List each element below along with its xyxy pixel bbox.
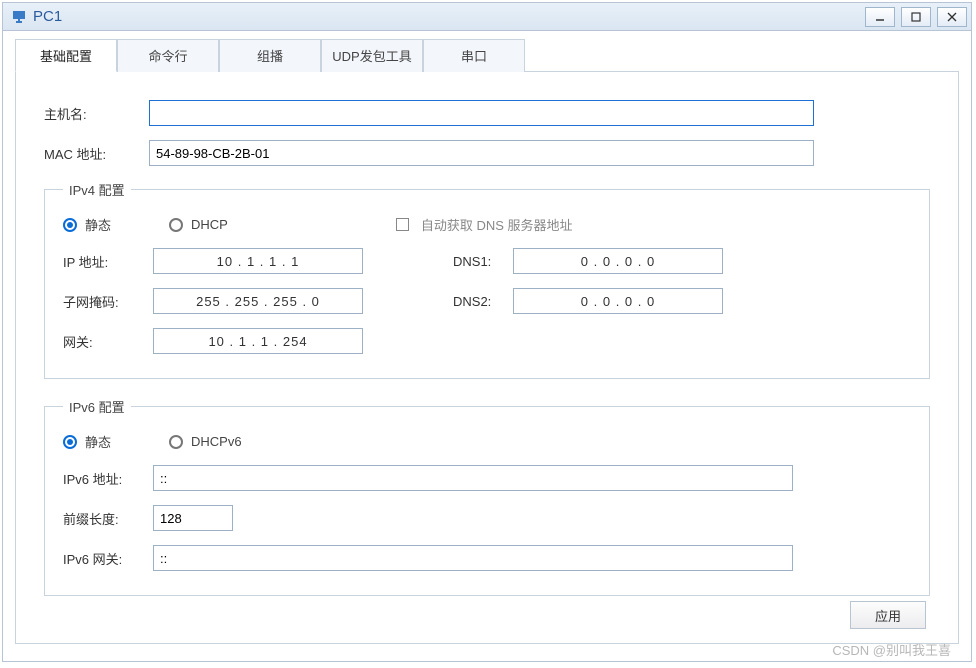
tab-multicast[interactable]: 组播 (219, 39, 321, 72)
mac-row: MAC 地址: (44, 140, 930, 166)
mac-input[interactable] (149, 140, 814, 166)
ipv6-static-radio[interactable] (63, 435, 77, 449)
tab-basic-config[interactable]: 基础配置 (15, 39, 117, 72)
minimize-button[interactable] (865, 7, 895, 27)
ipv6-legend: IPv6 配置 (63, 397, 131, 416)
close-button[interactable] (937, 7, 967, 27)
dns2-label: DNS2: (453, 294, 513, 309)
tab-strip: 基础配置 命令行 组播 UDP发包工具 串口 (15, 39, 959, 72)
ipv4-grid: IP 地址:10 . 1 . 1 . 1 子网掩码:255 . 255 . 25… (63, 248, 911, 368)
window-controls (865, 7, 967, 27)
ipv6-dhcp-label: DHCPv6 (191, 434, 242, 449)
ip-label: IP 地址: (63, 252, 153, 271)
hostname-row: 主机名: (44, 100, 930, 126)
ipv6-gw-input[interactable] (153, 545, 793, 571)
apply-button[interactable]: 应用 (850, 601, 926, 629)
dns2-input[interactable]: 0 . 0 . 0 . 0 (513, 288, 723, 314)
hostname-label: 主机名: (44, 104, 149, 123)
ipv6-prefix-input[interactable] (153, 505, 233, 531)
ipv4-right-col: DNS1:0 . 0 . 0 . 0 DNS2:0 . 0 . 0 . 0 (453, 248, 723, 368)
ipv6-static-label: 静态 (85, 432, 111, 451)
auto-dns-checkbox[interactable] (396, 218, 409, 231)
ipv6-addr-label: IPv6 地址: (63, 469, 153, 488)
window-title: PC1 (33, 8, 865, 25)
maximize-button[interactable] (901, 7, 931, 27)
content-area: 基础配置 命令行 组播 UDP发包工具 串口 主机名: MAC 地址: IPv4… (3, 31, 971, 661)
ipv6-gw-label: IPv6 网关: (63, 549, 153, 568)
hostname-input[interactable] (149, 100, 814, 126)
dns1-label: DNS1: (453, 254, 513, 269)
config-panel: 主机名: MAC 地址: IPv4 配置 静态 DHCP 自动获取 DNS 服务… (15, 72, 959, 644)
ipv4-mode-row: 静态 DHCP 自动获取 DNS 服务器地址 (63, 215, 911, 234)
ipv4-dhcp-label: DHCP (191, 217, 228, 232)
ipv6-fieldset: IPv6 配置 静态 DHCPv6 IPv6 地址: 前缀长度: IPv6 网关… (44, 397, 930, 596)
ipv6-prefix-label: 前缀长度: (63, 509, 153, 528)
ipv4-left-col: IP 地址:10 . 1 . 1 . 1 子网掩码:255 . 255 . 25… (63, 248, 453, 368)
tab-udp-tool[interactable]: UDP发包工具 (321, 39, 423, 72)
ipv4-static-label: 静态 (85, 215, 111, 234)
ipv4-static-radio[interactable] (63, 218, 77, 232)
ipv6-dhcp-radio[interactable] (169, 435, 183, 449)
ipv4-legend: IPv4 配置 (63, 180, 131, 199)
gw-input[interactable]: 10 . 1 . 1 . 254 (153, 328, 363, 354)
ipv6-mode-row: 静态 DHCPv6 (63, 432, 911, 451)
tab-serial[interactable]: 串口 (423, 39, 525, 72)
ipv6-addr-input[interactable] (153, 465, 793, 491)
ipv4-dhcp-radio[interactable] (169, 218, 183, 232)
auto-dns-label: 自动获取 DNS 服务器地址 (421, 215, 573, 234)
dns1-input[interactable]: 0 . 0 . 0 . 0 (513, 248, 723, 274)
mac-label: MAC 地址: (44, 144, 149, 163)
app-window: PC1 基础配置 命令行 组播 UDP发包工具 串口 主机名: MAC 地址: (2, 2, 972, 662)
ip-input[interactable]: 10 . 1 . 1 . 1 (153, 248, 363, 274)
tab-command-line[interactable]: 命令行 (117, 39, 219, 72)
mask-input[interactable]: 255 . 255 . 255 . 0 (153, 288, 363, 314)
titlebar: PC1 (3, 3, 971, 31)
gw-label: 网关: (63, 332, 153, 351)
app-icon (11, 9, 27, 25)
mask-label: 子网掩码: (63, 292, 153, 311)
ipv4-fieldset: IPv4 配置 静态 DHCP 自动获取 DNS 服务器地址 IP 地址:10 … (44, 180, 930, 379)
